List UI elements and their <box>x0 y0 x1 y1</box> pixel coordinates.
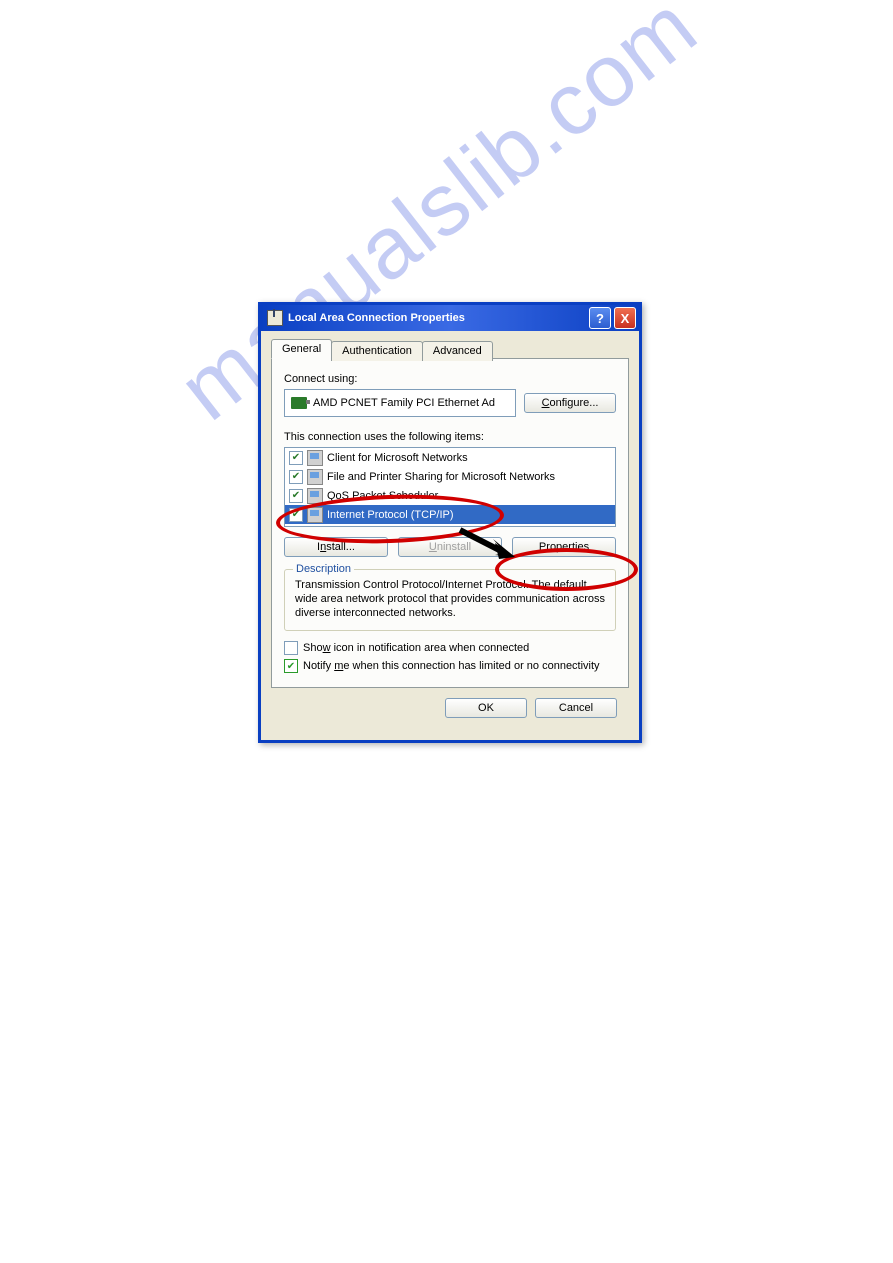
properties-button[interactable]: Properties <box>512 537 616 557</box>
checkbox-icon[interactable]: ✔ <box>284 659 298 673</box>
ok-button[interactable]: OK <box>445 698 527 718</box>
adapter-field[interactable]: AMD PCNET Family PCI Ethernet Ad <box>284 389 516 417</box>
list-item[interactable]: ✔ File and Printer Sharing for Microsoft… <box>285 467 615 486</box>
checkbox-icon[interactable]: ✔ <box>289 489 303 503</box>
items-label: This connection uses the following items… <box>284 431 616 443</box>
notify-label: Notify me when this connection has limit… <box>303 660 600 672</box>
service-icon <box>307 450 323 466</box>
help-button[interactable]: ? <box>589 307 611 329</box>
titlebar[interactable]: Local Area Connection Properties ? X <box>261 305 639 331</box>
configure-button[interactable]: Configure... <box>524 393 616 413</box>
service-icon <box>307 507 323 523</box>
tab-advanced[interactable]: Advanced <box>422 341 493 361</box>
item-label: QoS Packet Scheduler <box>327 490 438 502</box>
connect-using-label: Connect using: <box>284 373 616 385</box>
uninstall-button: Uninstall <box>398 537 502 557</box>
list-item-selected[interactable]: ✔ Internet Protocol (TCP/IP) <box>285 505 615 524</box>
install-button[interactable]: Install... <box>284 537 388 557</box>
cancel-button[interactable]: Cancel <box>535 698 617 718</box>
item-label: Internet Protocol (TCP/IP) <box>327 509 454 521</box>
general-panel: Connect using: AMD PCNET Family PCI Ethe… <box>271 358 629 688</box>
checkbox-icon[interactable]: ✔ <box>289 508 303 522</box>
tab-strip: General Authentication Advanced <box>271 339 629 359</box>
close-button[interactable]: X <box>614 307 636 329</box>
dialog-footer: OK Cancel <box>271 688 629 730</box>
checkbox-icon[interactable]: ✔ <box>284 641 298 655</box>
tab-authentication[interactable]: Authentication <box>331 341 423 361</box>
description-text: Transmission Control Protocol/Internet P… <box>295 578 605 620</box>
notify-row[interactable]: ✔ Notify me when this connection has lim… <box>284 659 616 673</box>
checkbox-icon[interactable]: ✔ <box>289 451 303 465</box>
window-title: Local Area Connection Properties <box>288 312 465 324</box>
adapter-name: AMD PCNET Family PCI Ethernet Ad <box>313 397 495 409</box>
connection-icon <box>267 310 283 326</box>
description-legend: Description <box>293 563 354 575</box>
list-item[interactable]: ✔ QoS Packet Scheduler <box>285 486 615 505</box>
description-group: Description Transmission Control Protoco… <box>284 569 616 631</box>
service-icon <box>307 469 323 485</box>
properties-dialog: Local Area Connection Properties ? X Gen… <box>258 302 642 743</box>
service-icon <box>307 488 323 504</box>
show-icon-label: Show icon in notification area when conn… <box>303 642 529 654</box>
item-label: Client for Microsoft Networks <box>327 452 468 464</box>
list-item[interactable]: ✔ Client for Microsoft Networks <box>285 448 615 467</box>
item-label: File and Printer Sharing for Microsoft N… <box>327 471 555 483</box>
show-icon-row[interactable]: ✔ Show icon in notification area when co… <box>284 641 616 655</box>
checkbox-icon[interactable]: ✔ <box>289 470 303 484</box>
nic-icon <box>291 397 307 409</box>
items-list[interactable]: ✔ Client for Microsoft Networks ✔ File a… <box>284 447 616 527</box>
tab-general[interactable]: General <box>271 339 332 359</box>
